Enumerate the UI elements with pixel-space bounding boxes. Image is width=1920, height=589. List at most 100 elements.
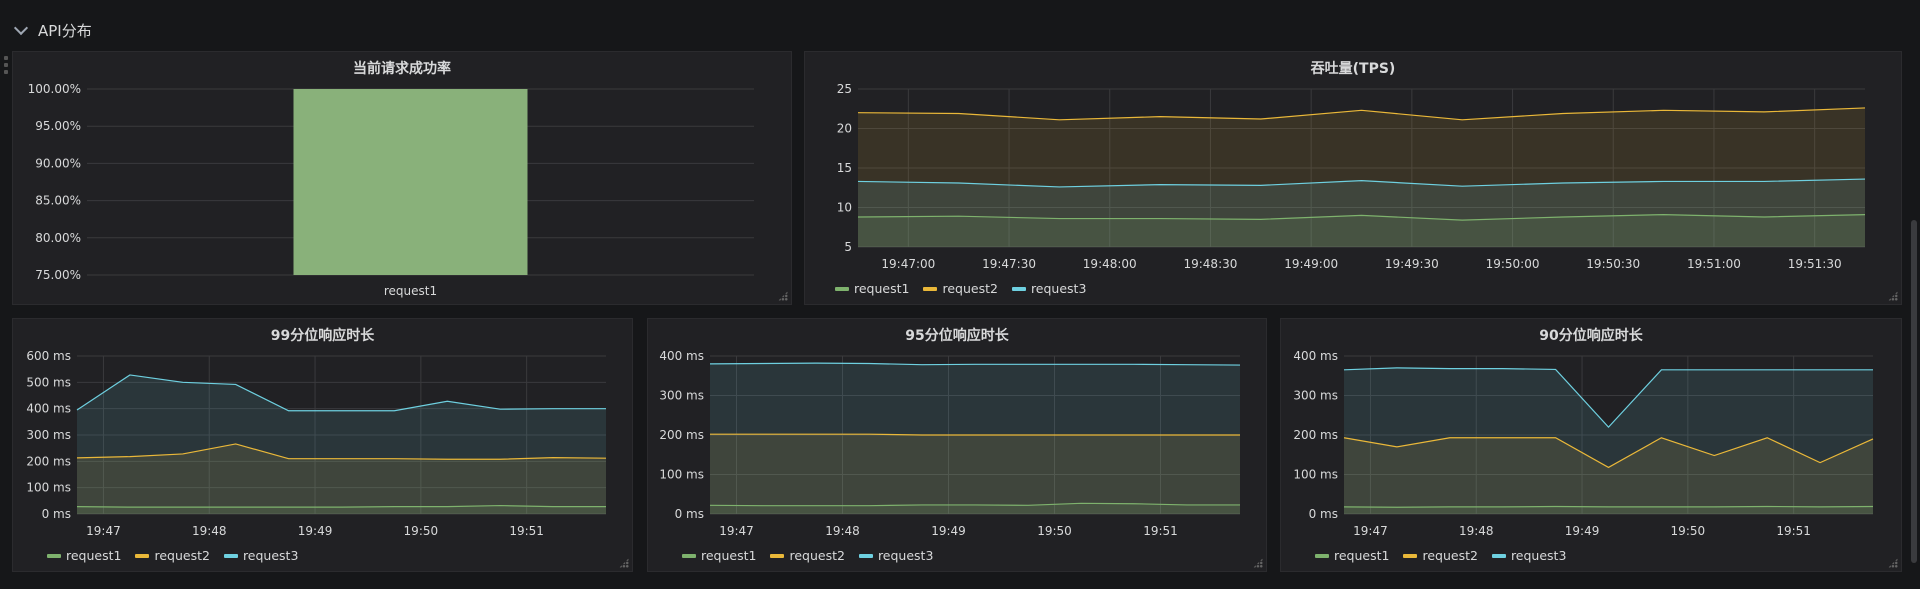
x-tick-label: request1: [384, 284, 437, 298]
y-tick-label: 100 ms: [26, 481, 71, 495]
legend-swatch-icon: [1491, 553, 1506, 558]
panel-title[interactable]: 99分位响应时长: [13, 325, 632, 345]
y-tick-label: 500 ms: [26, 375, 71, 389]
legend-swatch-icon: [682, 553, 696, 558]
panel-title[interactable]: 95分位响应时长: [648, 325, 1266, 345]
x-tick-label: 19:51: [509, 524, 544, 538]
y-tick-label: 95.00%: [35, 119, 81, 133]
legend-item-request2[interactable]: request2: [135, 548, 210, 563]
chart-svg: 5 10 15 20 25 19:47:00 19:47:30 19:48:00 19:48:3…: [837, 82, 1866, 271]
legend-swatch-icon: [1403, 553, 1418, 558]
y-tick-label: 0 ms: [1309, 507, 1338, 521]
y-tick-label: 75.00%: [35, 268, 81, 282]
legend-label: request3: [242, 548, 299, 563]
legend-item-request3[interactable]: request3: [223, 548, 299, 563]
chart-legend: request1 request2 request3: [682, 548, 933, 563]
drag-handle-icon[interactable]: [4, 56, 8, 74]
panel-p90-latency: 0 ms 100 ms 200 ms 300 ms 400 ms 19:47 19:48 19…: [1280, 318, 1902, 572]
panel-p99-latency: 0 ms 100 ms 200 ms 300 ms 400 ms 500 ms 600 ms…: [12, 318, 633, 572]
legend-swatch-icon: [923, 286, 938, 291]
legend-item-request2[interactable]: request2: [770, 548, 845, 563]
x-tick-label: 19:51:00: [1687, 257, 1741, 271]
y-tick-label: 20: [837, 122, 852, 136]
y-tick-label: 300 ms: [659, 389, 704, 403]
y-tick-label: 400 ms: [26, 402, 71, 416]
bar-request1: [293, 89, 528, 275]
chart-svg: 0 ms 100 ms 200 ms 300 ms 400 ms 500 ms 600 ms…: [26, 349, 607, 538]
legend-label: request1: [66, 548, 122, 563]
y-tick-label: 300 ms: [26, 428, 71, 442]
x-tick-label: 19:48: [1459, 524, 1494, 538]
x-tick-label: 19:50:30: [1586, 257, 1640, 271]
panel-title[interactable]: 吞吐量(TPS): [805, 58, 1901, 78]
x-tick-label: 19:50: [1671, 524, 1706, 538]
x-tick-label: 19:50: [404, 524, 439, 538]
y-tick-label: 600 ms: [26, 349, 71, 363]
legend-item-request3[interactable]: request3: [1491, 548, 1567, 563]
panel-title[interactable]: 90分位响应时长: [1281, 325, 1901, 345]
legend-item-request3[interactable]: request3: [858, 548, 933, 563]
legend-label: request2: [154, 548, 210, 563]
x-tick-label: 19:51:30: [1788, 257, 1842, 271]
x-tick-label: 19:48:30: [1183, 257, 1237, 271]
page-scrollbar[interactable]: [1911, 220, 1917, 563]
legend-swatch-icon: [1315, 553, 1329, 558]
y-tick-label: 10: [837, 201, 852, 215]
y-tick-label: 300 ms: [1293, 389, 1338, 403]
legend-item-request1[interactable]: request1: [835, 281, 909, 296]
x-tick-label: 19:49:00: [1284, 257, 1338, 271]
x-tick-label: 19:47: [1353, 524, 1388, 538]
chart-legend: request1 request2 request3: [47, 548, 298, 563]
legend-swatch-icon: [47, 553, 61, 558]
series-line-request1: [1343, 505, 1874, 508]
row-toggle-api[interactable]: API分布: [12, 18, 92, 42]
series-area-request3: [858, 179, 1865, 247]
y-tick-label: 90.00%: [35, 156, 81, 170]
x-tick-label: 19:47:00: [881, 257, 935, 271]
legend-item-request1[interactable]: request1: [1315, 548, 1389, 563]
y-tick-label: 25: [837, 82, 852, 96]
y-tick-label: 5: [844, 240, 852, 254]
x-tick-label: 19:49: [1565, 524, 1600, 538]
panel-success-rate: 75.00% 80.00% 85.00% 90.00% 95.00% 100.00% req…: [12, 51, 792, 305]
legend-item-request1[interactable]: request1: [47, 548, 121, 563]
legend-label: request2: [1422, 548, 1478, 563]
legend-swatch-icon: [835, 286, 849, 291]
x-tick-label: 19:49: [931, 524, 966, 538]
chart-legend: request1 request2 request3: [1315, 548, 1566, 563]
panel-throughput: 5 10 15 20 25 19:47:00 19:47:30 19:48:00 19:48:3…: [804, 51, 1902, 305]
chart-svg: 0 ms 100 ms 200 ms 300 ms 400 ms 19:47 19:48 19…: [1293, 349, 1874, 538]
legend-swatch-icon: [858, 553, 873, 558]
chevron-down-icon: [13, 20, 29, 36]
legend-item-request1[interactable]: request1: [682, 548, 756, 563]
legend-item-request3[interactable]: request3: [1011, 281, 1087, 296]
legend-label: request1: [1334, 548, 1390, 563]
series-area-request3: [710, 363, 1240, 514]
x-tick-label: 19:47: [86, 524, 121, 538]
legend-label: request3: [1510, 548, 1567, 563]
x-tick-label: 19:48: [192, 524, 227, 538]
y-tick-label: 100 ms: [1293, 468, 1338, 482]
legend-item-request2[interactable]: request2: [923, 281, 998, 296]
y-tick-label: 200 ms: [26, 454, 71, 468]
y-tick-label: 400 ms: [1293, 349, 1338, 363]
chart-legend: request1 request2 request3: [835, 281, 1086, 296]
y-tick-label: 200 ms: [1293, 428, 1338, 442]
x-tick-label: 19:49:30: [1385, 257, 1439, 271]
x-tick-label: 19:51: [1776, 524, 1811, 538]
legend-item-request2[interactable]: request2: [1403, 548, 1478, 563]
panel-title[interactable]: 当前请求成功率: [13, 58, 791, 78]
chart-svg: 0 ms 100 ms 200 ms 300 ms 400 ms 19:47 19:48 19…: [659, 349, 1241, 538]
x-tick-label: 19:48:00: [1083, 257, 1137, 271]
x-tick-label: 19:50:00: [1486, 257, 1540, 271]
y-tick-label: 0 ms: [675, 507, 704, 521]
y-tick-label: 200 ms: [659, 428, 704, 442]
panel-p95-latency: 0 ms 100 ms 200 ms 300 ms 400 ms 19:47 19:48 19…: [647, 318, 1267, 572]
legend-label: request3: [1030, 281, 1087, 296]
y-tick-label: 0 ms: [42, 507, 71, 521]
legend-swatch-icon: [770, 553, 785, 558]
x-tick-label: 19:47:30: [982, 257, 1036, 271]
x-tick-label: 19:49: [298, 524, 333, 538]
legend-swatch-icon: [223, 553, 238, 558]
y-tick-label: 100.00%: [28, 82, 81, 96]
